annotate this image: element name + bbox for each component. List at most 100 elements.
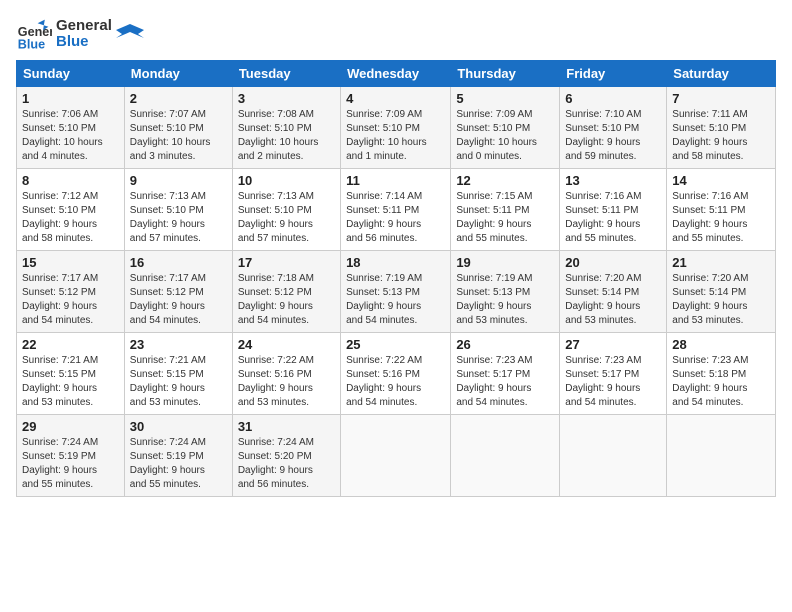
day-number: 27 (565, 337, 661, 352)
day-info: Sunrise: 7:22 AMSunset: 5:16 PMDaylight:… (346, 354, 445, 410)
day-number: 24 (238, 337, 335, 352)
calendar-cell (667, 415, 776, 497)
day-number: 7 (672, 91, 770, 106)
day-number: 4 (346, 91, 445, 106)
calendar-cell: 30Sunrise: 7:24 AMSunset: 5:19 PMDayligh… (124, 415, 232, 497)
day-number: 18 (346, 255, 445, 270)
calendar-cell: 4Sunrise: 7:09 AMSunset: 5:10 PMDaylight… (341, 87, 451, 169)
calendar-cell: 19 Sunrise: 7:19 AMSunset: 5:13 PMDayligh… (451, 251, 560, 333)
calendar-cell: 10Sunrise: 7:13 AMSunset: 5:10 PMDayligh… (232, 169, 340, 251)
calendar-cell: 28 Sunrise: 7:23 AMSunset: 5:18 PMDayligh… (667, 333, 776, 415)
day-info: Sunrise: 7:24 AMSunset: 5:19 PMDaylight:… (22, 436, 119, 492)
day-info: Sunrise: 7:18 AMSunset: 5:12 PMDaylight:… (238, 272, 335, 328)
day-info: Sunrise: 7:21 AMSunset: 5:15 PMDaylight:… (22, 354, 119, 410)
logo-blue: Blue (56, 34, 112, 51)
calendar-cell: 16 Sunrise: 7:17 AMSunset: 5:12 PMDayligh… (124, 251, 232, 333)
header-tuesday: Tuesday (232, 61, 340, 87)
calendar-cell (451, 415, 560, 497)
day-info: Sunrise: 7:13 AMSunset: 5:10 PMDaylight:… (130, 190, 227, 246)
day-info: Sunrise: 7:09 AMSunset: 5:10 PMDaylight:… (456, 108, 554, 164)
day-info: Sunrise: 7:21 AMSunset: 5:15 PMDaylight:… (130, 354, 227, 410)
day-number: 29 (22, 419, 119, 434)
day-number: 20 (565, 255, 661, 270)
day-info: Sunrise: 7:14 AMSunset: 5:11 PMDaylight:… (346, 190, 445, 246)
logo-general: General (56, 18, 112, 35)
day-info: Sunrise: 7:24 AMSunset: 5:20 PMDaylight:… (238, 436, 335, 492)
day-number: 28 (672, 337, 770, 352)
day-number: 17 (238, 255, 335, 270)
header-thursday: Thursday (451, 61, 560, 87)
day-number: 31 (238, 419, 335, 434)
calendar-week-2: 8 Sunrise: 7:12 AMSunset: 5:10 PMDaylight… (17, 169, 776, 251)
day-number: 1 (22, 91, 119, 106)
calendar-cell: 22 Sunrise: 7:21 AMSunset: 5:15 PMDayligh… (17, 333, 125, 415)
day-number: 11 (346, 173, 445, 188)
day-number: 14 (672, 173, 770, 188)
day-info: Sunrise: 7:13 AMSunset: 5:10 PMDaylight:… (238, 190, 335, 246)
day-number: 22 (22, 337, 119, 352)
day-number: 6 (565, 91, 661, 106)
calendar-cell: 17 Sunrise: 7:18 AMSunset: 5:12 PMDayligh… (232, 251, 340, 333)
calendar-cell: 7 Sunrise: 7:11 AMSunset: 5:10 PMDaylight… (667, 87, 776, 169)
day-info: Sunrise: 7:06 AMSunset: 5:10 PMDaylight:… (22, 108, 119, 164)
calendar-table: SundayMondayTuesdayWednesdayThursdayFrid… (16, 60, 776, 497)
day-info: Sunrise: 7:19 AMSunset: 5:13 PMDaylight:… (456, 272, 554, 328)
day-number: 12 (456, 173, 554, 188)
calendar-cell: 27 Sunrise: 7:23 AMSunset: 5:17 PMDayligh… (560, 333, 667, 415)
calendar-cell: 29 Sunrise: 7:24 AMSunset: 5:19 PMDayligh… (17, 415, 125, 497)
calendar-cell: 24 Sunrise: 7:22 AMSunset: 5:16 PMDayligh… (232, 333, 340, 415)
day-number: 26 (456, 337, 554, 352)
calendar-cell: 1 Sunrise: 7:06 AMSunset: 5:10 PMDaylight… (17, 87, 125, 169)
calendar-cell: 23 Sunrise: 7:21 AMSunset: 5:15 PMDayligh… (124, 333, 232, 415)
calendar-cell: 12 Sunrise: 7:15 AMSunset: 5:11 PMDayligh… (451, 169, 560, 251)
calendar-cell: 2 Sunrise: 7:07 AMSunset: 5:10 PMDaylight… (124, 87, 232, 169)
header-friday: Friday (560, 61, 667, 87)
day-number: 8 (22, 173, 119, 188)
calendar-cell: 14 Sunrise: 7:16 AMSunset: 5:11 PMDayligh… (667, 169, 776, 251)
calendar-cell: 20Sunrise: 7:20 AMSunset: 5:14 PMDayligh… (560, 251, 667, 333)
day-info: Sunrise: 7:16 AMSunset: 5:11 PMDaylight:… (672, 190, 770, 246)
calendar-cell: 11 Sunrise: 7:14 AMSunset: 5:11 PMDayligh… (341, 169, 451, 251)
day-number: 23 (130, 337, 227, 352)
calendar-cell: 6 Sunrise: 7:10 AMSunset: 5:10 PMDaylight… (560, 87, 667, 169)
calendar-week-5: 29 Sunrise: 7:24 AMSunset: 5:19 PMDayligh… (17, 415, 776, 497)
day-number: 2 (130, 91, 227, 106)
header-saturday: Saturday (667, 61, 776, 87)
header-wednesday: Wednesday (341, 61, 451, 87)
day-number: 21 (672, 255, 770, 270)
header-sunday: Sunday (17, 61, 125, 87)
calendar-cell: 3Sunrise: 7:08 AMSunset: 5:10 PMDaylight… (232, 87, 340, 169)
calendar-cell: 21 Sunrise: 7:20 AMSunset: 5:14 PMDayligh… (667, 251, 776, 333)
calendar-header-row: SundayMondayTuesdayWednesdayThursdayFrid… (17, 61, 776, 87)
day-info: Sunrise: 7:23 AMSunset: 5:17 PMDaylight:… (565, 354, 661, 410)
calendar-week-3: 15Sunrise: 7:17 AMSunset: 5:12 PMDayligh… (17, 251, 776, 333)
logo-icon: General Blue (16, 16, 52, 52)
day-number: 19 (456, 255, 554, 270)
day-info: Sunrise: 7:17 AMSunset: 5:12 PMDaylight:… (130, 272, 227, 328)
day-info: Sunrise: 7:07 AMSunset: 5:10 PMDaylight:… (130, 108, 227, 164)
day-info: Sunrise: 7:22 AMSunset: 5:16 PMDaylight:… (238, 354, 335, 410)
logo: General Blue General Blue (16, 16, 144, 52)
header-monday: Monday (124, 61, 232, 87)
day-info: Sunrise: 7:23 AMSunset: 5:18 PMDaylight:… (672, 354, 770, 410)
calendar-cell: 9Sunrise: 7:13 AMSunset: 5:10 PMDaylight… (124, 169, 232, 251)
day-number: 13 (565, 173, 661, 188)
day-info: Sunrise: 7:16 AMSunset: 5:11 PMDaylight:… (565, 190, 661, 246)
calendar-cell: 18 Sunrise: 7:19 AMSunset: 5:13 PMDayligh… (341, 251, 451, 333)
day-info: Sunrise: 7:10 AMSunset: 5:10 PMDaylight:… (565, 108, 661, 164)
calendar-cell (560, 415, 667, 497)
calendar-week-1: 1 Sunrise: 7:06 AMSunset: 5:10 PMDaylight… (17, 87, 776, 169)
day-info: Sunrise: 7:15 AMSunset: 5:11 PMDaylight:… (456, 190, 554, 246)
calendar-cell: 26Sunrise: 7:23 AMSunset: 5:17 PMDayligh… (451, 333, 560, 415)
calendar-cell: 31 Sunrise: 7:24 AMSunset: 5:20 PMDayligh… (232, 415, 340, 497)
calendar-cell: 15Sunrise: 7:17 AMSunset: 5:12 PMDayligh… (17, 251, 125, 333)
day-info: Sunrise: 7:11 AMSunset: 5:10 PMDaylight:… (672, 108, 770, 164)
day-number: 5 (456, 91, 554, 106)
calendar-cell (341, 415, 451, 497)
day-info: Sunrise: 7:20 AMSunset: 5:14 PMDaylight:… (672, 272, 770, 328)
day-number: 16 (130, 255, 227, 270)
header: General Blue General Blue (16, 16, 776, 52)
calendar-week-4: 22 Sunrise: 7:21 AMSunset: 5:15 PMDayligh… (17, 333, 776, 415)
day-info: Sunrise: 7:19 AMSunset: 5:13 PMDaylight:… (346, 272, 445, 328)
day-info: Sunrise: 7:12 AMSunset: 5:10 PMDaylight:… (22, 190, 119, 246)
